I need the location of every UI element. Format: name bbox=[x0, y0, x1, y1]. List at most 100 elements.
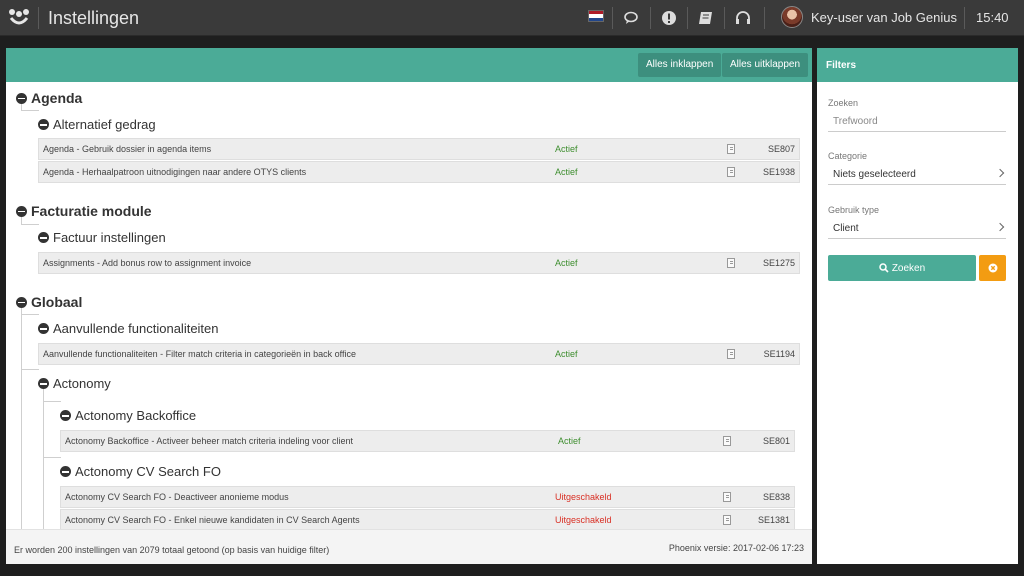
tree-node-agenda[interactable]: Agenda bbox=[16, 90, 82, 106]
search-icon bbox=[879, 263, 889, 273]
search-button[interactable]: Zoeken bbox=[828, 255, 976, 281]
tree-connector bbox=[43, 457, 61, 458]
tree-connector bbox=[43, 380, 44, 529]
setting-code: SE838 bbox=[762, 492, 790, 502]
chevron-right-icon bbox=[995, 222, 1005, 232]
collapse-icon[interactable] bbox=[38, 232, 49, 243]
doc-icon[interactable] bbox=[727, 258, 735, 268]
search-label: Zoeken bbox=[828, 98, 859, 108]
table-row[interactable]: Aanvullende functionaliteiten - Filter m… bbox=[38, 343, 800, 365]
status-badge: Uitgeschakeld bbox=[555, 492, 612, 502]
tree-node-aanvullende-functionaliteiten[interactable]: Aanvullende functionaliteiten bbox=[38, 321, 219, 336]
setting-code: SE1275 bbox=[762, 258, 795, 268]
tree-node-actonomy-cv-search-fo[interactable]: Actonomy CV Search FO bbox=[60, 464, 221, 479]
doc-icon[interactable] bbox=[727, 144, 735, 154]
doc-icon[interactable] bbox=[723, 492, 731, 502]
status-footer: Er worden 200 instellingen van 2079 tota… bbox=[6, 529, 812, 564]
filters-panel: Filters Zoeken Trefwoord Categorie Niets… bbox=[817, 48, 1018, 564]
table-row[interactable]: Actonomy Backoffice - Activeer beheer ma… bbox=[60, 430, 795, 452]
divider bbox=[724, 7, 725, 29]
table-row[interactable]: Assignments - Add bonus row to assignmen… bbox=[38, 252, 800, 274]
divider bbox=[764, 7, 765, 29]
doc-icon[interactable] bbox=[723, 515, 731, 525]
search-input[interactable]: Trefwoord bbox=[828, 110, 1006, 132]
settings-tree: Agenda Alternatief gedrag Agenda - Gebru… bbox=[6, 82, 812, 529]
status-badge: Actief bbox=[555, 144, 578, 154]
tree-connector bbox=[21, 110, 39, 111]
collapse-icon[interactable] bbox=[38, 119, 49, 130]
tree-connector bbox=[21, 314, 39, 315]
divider bbox=[38, 7, 39, 29]
doc-icon[interactable] bbox=[723, 436, 731, 446]
collapse-icon[interactable] bbox=[16, 205, 27, 217]
collapse-icon[interactable] bbox=[38, 323, 49, 334]
collapse-icon[interactable] bbox=[60, 410, 71, 421]
tree-connector bbox=[21, 369, 39, 370]
setting-code: SE1938 bbox=[762, 167, 795, 177]
status-badge: Actief bbox=[555, 349, 578, 359]
setting-code: SE807 bbox=[767, 144, 795, 154]
avatar[interactable] bbox=[781, 6, 803, 28]
result-count: Er worden 200 instellingen van 2079 tota… bbox=[14, 545, 330, 555]
setting-code: SE1194 bbox=[763, 349, 795, 359]
category-select[interactable]: Niets geselecteerd bbox=[828, 163, 1006, 185]
doc-icon[interactable] bbox=[727, 349, 735, 359]
chevron-right-icon bbox=[995, 168, 1005, 178]
collapse-all-button[interactable]: Alles inklappen bbox=[638, 53, 722, 77]
book-icon[interactable] bbox=[697, 9, 715, 27]
usage-type-select[interactable]: Client bbox=[828, 217, 1006, 239]
doc-icon[interactable] bbox=[727, 167, 735, 177]
setting-code: SE1381 bbox=[757, 515, 790, 525]
collapse-icon[interactable] bbox=[60, 466, 71, 477]
setting-code: SE801 bbox=[762, 436, 790, 446]
tree-node-actonomy[interactable]: Actonomy bbox=[38, 376, 111, 391]
search-button-label: Zoeken bbox=[891, 262, 926, 274]
headset-icon[interactable] bbox=[734, 9, 752, 27]
alert-icon[interactable] bbox=[660, 9, 678, 27]
setting-name: Actonomy Backoffice - Activeer beheer ma… bbox=[65, 436, 353, 446]
usage-type-label: Gebruik type bbox=[828, 205, 880, 215]
node-label: Alternatief gedrag bbox=[53, 117, 156, 132]
divider bbox=[687, 7, 688, 29]
setting-name: Aanvullende functionaliteiten - Filter m… bbox=[43, 349, 357, 359]
node-label: Facturatie module bbox=[31, 203, 152, 219]
collapse-icon[interactable] bbox=[16, 92, 27, 104]
usage-type-value: Client bbox=[833, 223, 859, 234]
reset-button[interactable] bbox=[979, 255, 1006, 281]
tree-node-alternatief-gedrag[interactable]: Alternatief gedrag bbox=[38, 117, 156, 132]
clock: 15:40 bbox=[976, 10, 1009, 25]
setting-name: Agenda - Gebruik dossier in agenda items bbox=[43, 144, 212, 154]
status-badge: Actief bbox=[555, 258, 578, 268]
user-name[interactable]: Key-user van Job Genius bbox=[811, 10, 957, 25]
table-row[interactable]: Agenda - Herhaalpatroon uitnodigingen na… bbox=[38, 161, 800, 183]
tree-node-globaal[interactable]: Globaal bbox=[16, 294, 82, 310]
flag-nl-icon[interactable] bbox=[588, 10, 604, 22]
node-label: Actonomy CV Search FO bbox=[75, 464, 221, 479]
node-label: Factuur instellingen bbox=[53, 230, 166, 245]
version-info: Phoenix versie: 2017-02-06 17:23 bbox=[668, 543, 804, 553]
setting-name: Actonomy CV Search FO - Deactiveer anoni… bbox=[65, 492, 289, 502]
tree-node-facturatie-module[interactable]: Facturatie module bbox=[16, 203, 152, 219]
node-label: Actonomy Backoffice bbox=[75, 408, 197, 423]
collapse-icon[interactable] bbox=[16, 296, 27, 308]
settings-panel: Alles inklappen Alles uitklappen Agenda … bbox=[6, 48, 812, 564]
tree-connector bbox=[43, 401, 61, 402]
close-circle-icon bbox=[988, 263, 997, 273]
table-row[interactable]: Actonomy CV Search FO - Deactiveer anoni… bbox=[60, 486, 795, 508]
table-row[interactable]: Agenda - Gebruik dossier in agenda items… bbox=[38, 138, 800, 160]
setting-name: Agenda - Herhaalpatroon uitnodigingen na… bbox=[43, 167, 307, 177]
tree-node-actonomy-backoffice[interactable]: Actonomy Backoffice bbox=[60, 408, 196, 423]
chat-icon[interactable] bbox=[623, 9, 641, 27]
tree-node-factuur-instellingen[interactable]: Factuur instellingen bbox=[38, 230, 166, 245]
collapse-icon[interactable] bbox=[38, 378, 49, 389]
top-bar: Instellingen Key-user van Job Genius 15:… bbox=[0, 0, 1024, 36]
category-value: Niets geselecteerd bbox=[833, 169, 916, 180]
app-logo-icon[interactable] bbox=[8, 8, 30, 28]
settings-toolbar: Alles inklappen Alles uitklappen bbox=[6, 48, 812, 82]
expand-all-button[interactable]: Alles uitklappen bbox=[722, 53, 809, 77]
category-label: Categorie bbox=[828, 151, 868, 161]
table-row[interactable]: Actonomy CV Search FO - Enkel nieuwe kan… bbox=[60, 509, 795, 529]
filters-title: Filters bbox=[817, 48, 1018, 82]
node-label: Agenda bbox=[31, 90, 83, 106]
tree-connector bbox=[21, 224, 39, 225]
